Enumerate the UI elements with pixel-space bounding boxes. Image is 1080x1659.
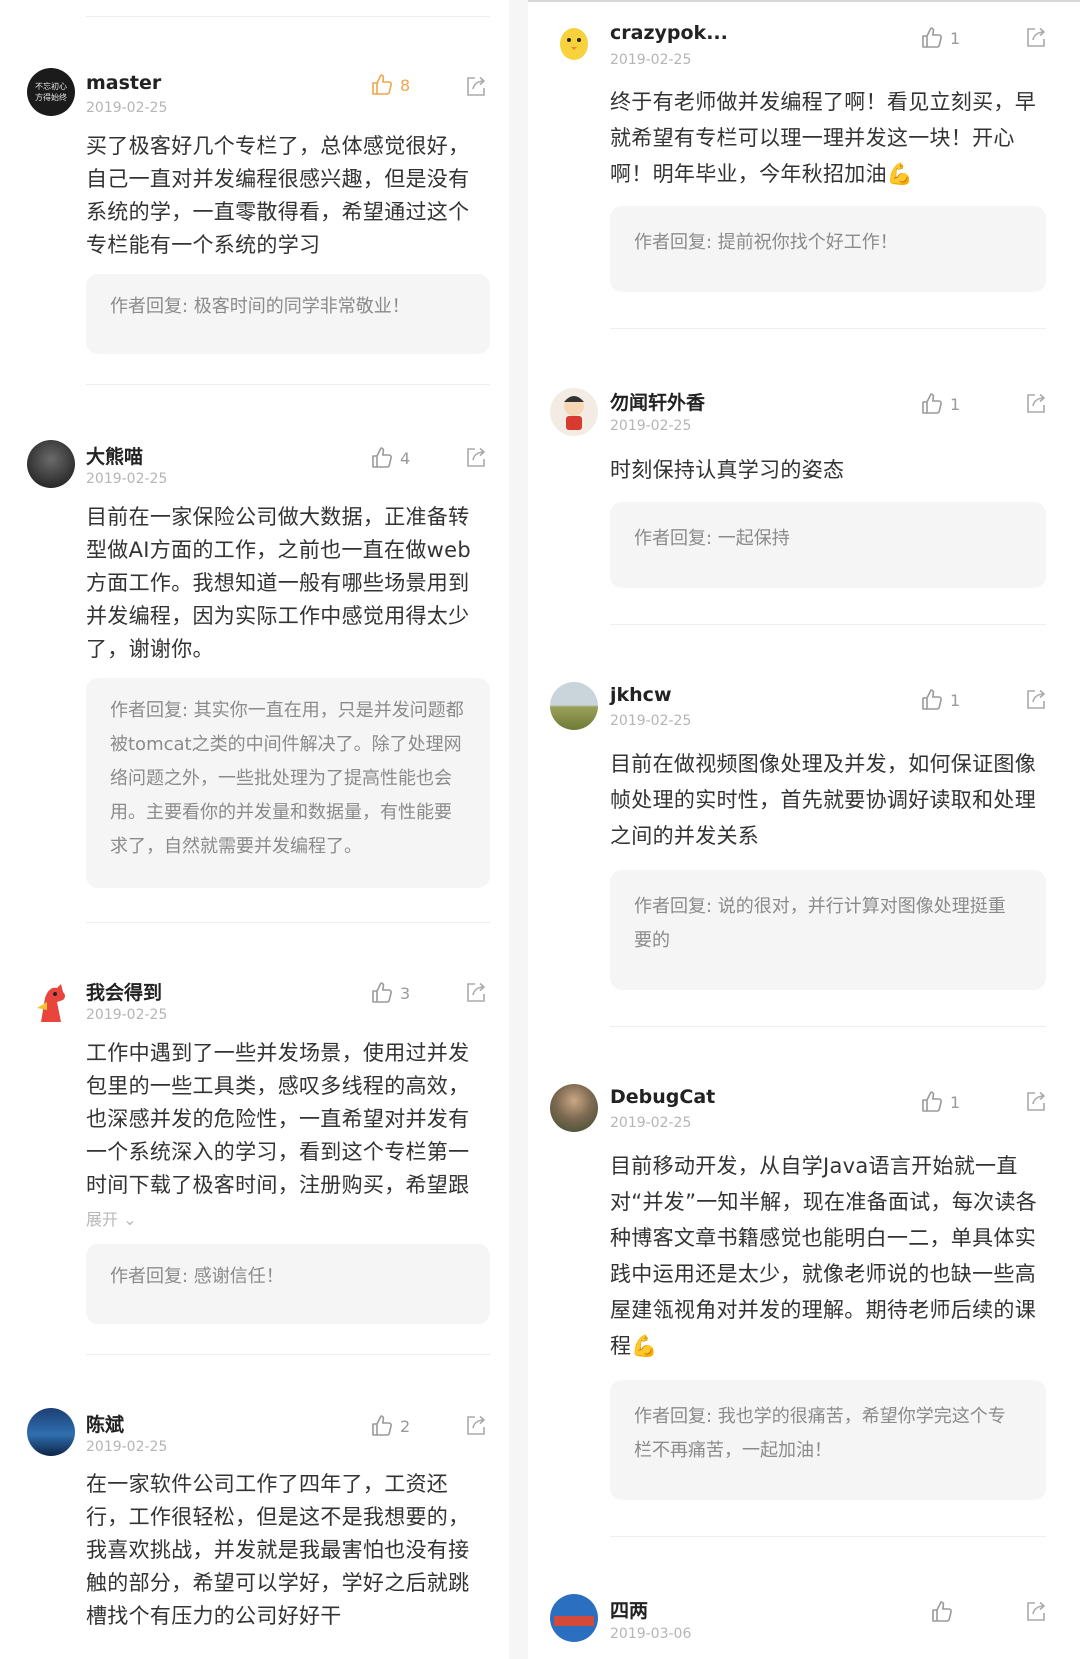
column-gutter <box>509 0 528 1659</box>
comment-date: 2019-03-06 <box>610 1626 692 1642</box>
separator <box>86 1354 490 1355</box>
avatar-banner <box>554 1616 594 1626</box>
avatar-logo: 不忘初心 方得始终 <box>35 82 67 102</box>
comment-date: 2019-02-25 <box>86 100 168 116</box>
username[interactable]: DebugCat <box>610 1086 715 1108</box>
like-count: 8 <box>400 75 411 95</box>
comment-text: 工作中遇到了一些并发场景，使用过并发包里的一些工具类，感叹多线程的高效，也深感并… <box>86 1041 470 1197</box>
comment-text: 买了极客好几个专栏了，总体感觉很好，自己一直对并发编程很感兴趣，但是没有系统的学… <box>86 134 470 257</box>
thumbs-up-icon <box>370 446 394 470</box>
like-button[interactable]: 1 <box>920 26 960 50</box>
comment-date: 2019-02-25 <box>610 418 692 434</box>
thumbs-up-icon <box>370 1414 394 1438</box>
share-icon[interactable] <box>464 1414 488 1438</box>
like-count: 1 <box>950 394 961 414</box>
thumbs-up-icon <box>920 1090 944 1114</box>
like-button[interactable]: 4 <box>370 446 410 470</box>
share-icon[interactable] <box>1024 26 1048 50</box>
right-comment-column: crazypok... 2019-02-25 1 终于有老师做并发编程了啊！看见… <box>528 0 1080 1659</box>
author-reply: 作者回复: 感谢信任！ <box>86 1244 490 1324</box>
avatar[interactable] <box>550 388 598 436</box>
comment-date: 2019-02-25 <box>610 52 692 68</box>
author-reply: 作者回复: 极客时间的同学非常敬业！ <box>86 274 490 354</box>
comment-text: 目前在做视频图像处理及并发，如何保证图像帧处理的实时性，首先就要协调好读取和处理… <box>610 752 1036 848</box>
like-count: 1 <box>950 1092 961 1112</box>
like-button[interactable]: 3 <box>370 981 410 1005</box>
like-button[interactable]: 1 <box>920 688 960 712</box>
avatar[interactable] <box>27 978 75 1026</box>
username[interactable]: 陈斌 <box>86 1410 124 1437</box>
left-comment-column: 不忘初心 方得始终 master 2019-02-25 8 买了极客好几个专栏了，… <box>0 0 509 1659</box>
username[interactable]: 勿闻轩外香 <box>610 388 705 415</box>
avatar[interactable] <box>550 1084 598 1132</box>
share-icon[interactable] <box>464 981 488 1005</box>
share-icon[interactable] <box>1024 1090 1048 1114</box>
like-button[interactable]: 1 <box>920 392 960 416</box>
comment-text: 目前在一家保险公司做大数据，正准备转型做AI方面的工作，之前也一直在做web方面… <box>86 505 471 661</box>
separator <box>610 328 1046 329</box>
username[interactable]: master <box>86 72 161 94</box>
comment-date: 2019-02-25 <box>86 1007 168 1023</box>
avatar[interactable] <box>27 440 75 488</box>
thumbs-up-icon <box>920 688 944 712</box>
avatar[interactable] <box>550 20 598 68</box>
chevron-down-icon: ⌄ <box>123 1210 137 1229</box>
author-reply: 作者回复: 其实你一直在用，只是并发问题都被tomcat之类的中间件解决了。除了… <box>86 678 490 888</box>
username[interactable]: crazypok... <box>610 22 728 44</box>
cartoon-avatar-icon <box>564 396 584 430</box>
comment-date: 2019-02-25 <box>610 1115 692 1131</box>
avatar[interactable] <box>550 682 598 730</box>
chick-avatar-icon <box>560 28 588 60</box>
expand-label: 展开 <box>86 1210 119 1229</box>
username[interactable]: 我会得到 <box>86 978 162 1005</box>
like-button[interactable] <box>930 1600 960 1624</box>
comment-text: 在一家软件公司工作了四年了，工资还行，工作很轻松，但是这不是我想要的，我喜欢挑战… <box>86 1472 470 1628</box>
like-count: 1 <box>950 28 961 48</box>
separator <box>610 1026 1046 1027</box>
share-icon[interactable] <box>1024 1600 1048 1624</box>
like-button[interactable]: 1 <box>920 1090 960 1114</box>
avatar[interactable] <box>27 1408 75 1456</box>
author-reply: 作者回复: 我也学的很痛苦，希望你学完这个专栏不再痛苦，一起加油！ <box>610 1380 1046 1500</box>
thumbs-up-icon <box>920 26 944 50</box>
share-icon[interactable] <box>464 446 488 470</box>
like-count: 3 <box>400 983 411 1003</box>
comment-date: 2019-02-25 <box>86 1439 168 1455</box>
like-count: 1 <box>950 690 961 710</box>
comment-text: 目前移动开发，从自学Java语言开始就一直对“并发”一知半解，现在准备面试，每次… <box>610 1154 1038 1358</box>
comment-text: 时刻保持认真学习的姿态 <box>610 458 845 482</box>
avatar[interactable]: 不忘初心 方得始终 <box>27 68 75 116</box>
thumbs-up-icon <box>930 1600 954 1624</box>
like-button[interactable]: 8 <box>370 73 410 97</box>
share-icon[interactable] <box>1024 688 1048 712</box>
thumbs-up-icon <box>370 981 394 1005</box>
username[interactable]: jkhcw <box>610 684 672 706</box>
comment-date: 2019-02-25 <box>610 713 692 729</box>
avatar[interactable] <box>550 1594 598 1642</box>
thumbs-up-icon <box>920 392 944 416</box>
username[interactable]: 四两 <box>610 1596 648 1623</box>
author-reply: 作者回复: 提前祝你找个好工作！ <box>610 206 1046 292</box>
like-button[interactable]: 2 <box>370 1414 410 1438</box>
expand-link[interactable]: 展开 ⌄ <box>86 1206 137 1230</box>
like-count: 2 <box>400 1416 411 1436</box>
separator <box>86 922 490 923</box>
author-reply: 作者回复: 一起保持 <box>610 502 1046 588</box>
share-icon[interactable] <box>464 75 488 99</box>
separator <box>610 624 1046 625</box>
separator <box>86 16 490 17</box>
thumbs-up-icon <box>370 73 394 97</box>
comment-text: 终于有老师做并发编程了啊！看见立刻买，早就希望有专栏可以理一理并发这一块！开心啊… <box>610 90 1036 186</box>
share-icon[interactable] <box>1024 392 1048 416</box>
like-count: 4 <box>400 448 411 468</box>
separator <box>86 384 490 385</box>
separator <box>610 1536 1046 1537</box>
author-reply: 作者回复: 说的很对，并行计算对图像处理挺重要的 <box>610 870 1046 990</box>
comment-date: 2019-02-25 <box>86 471 168 487</box>
username[interactable]: 大熊喵 <box>86 442 143 469</box>
rooster-avatar-icon <box>37 984 65 1022</box>
